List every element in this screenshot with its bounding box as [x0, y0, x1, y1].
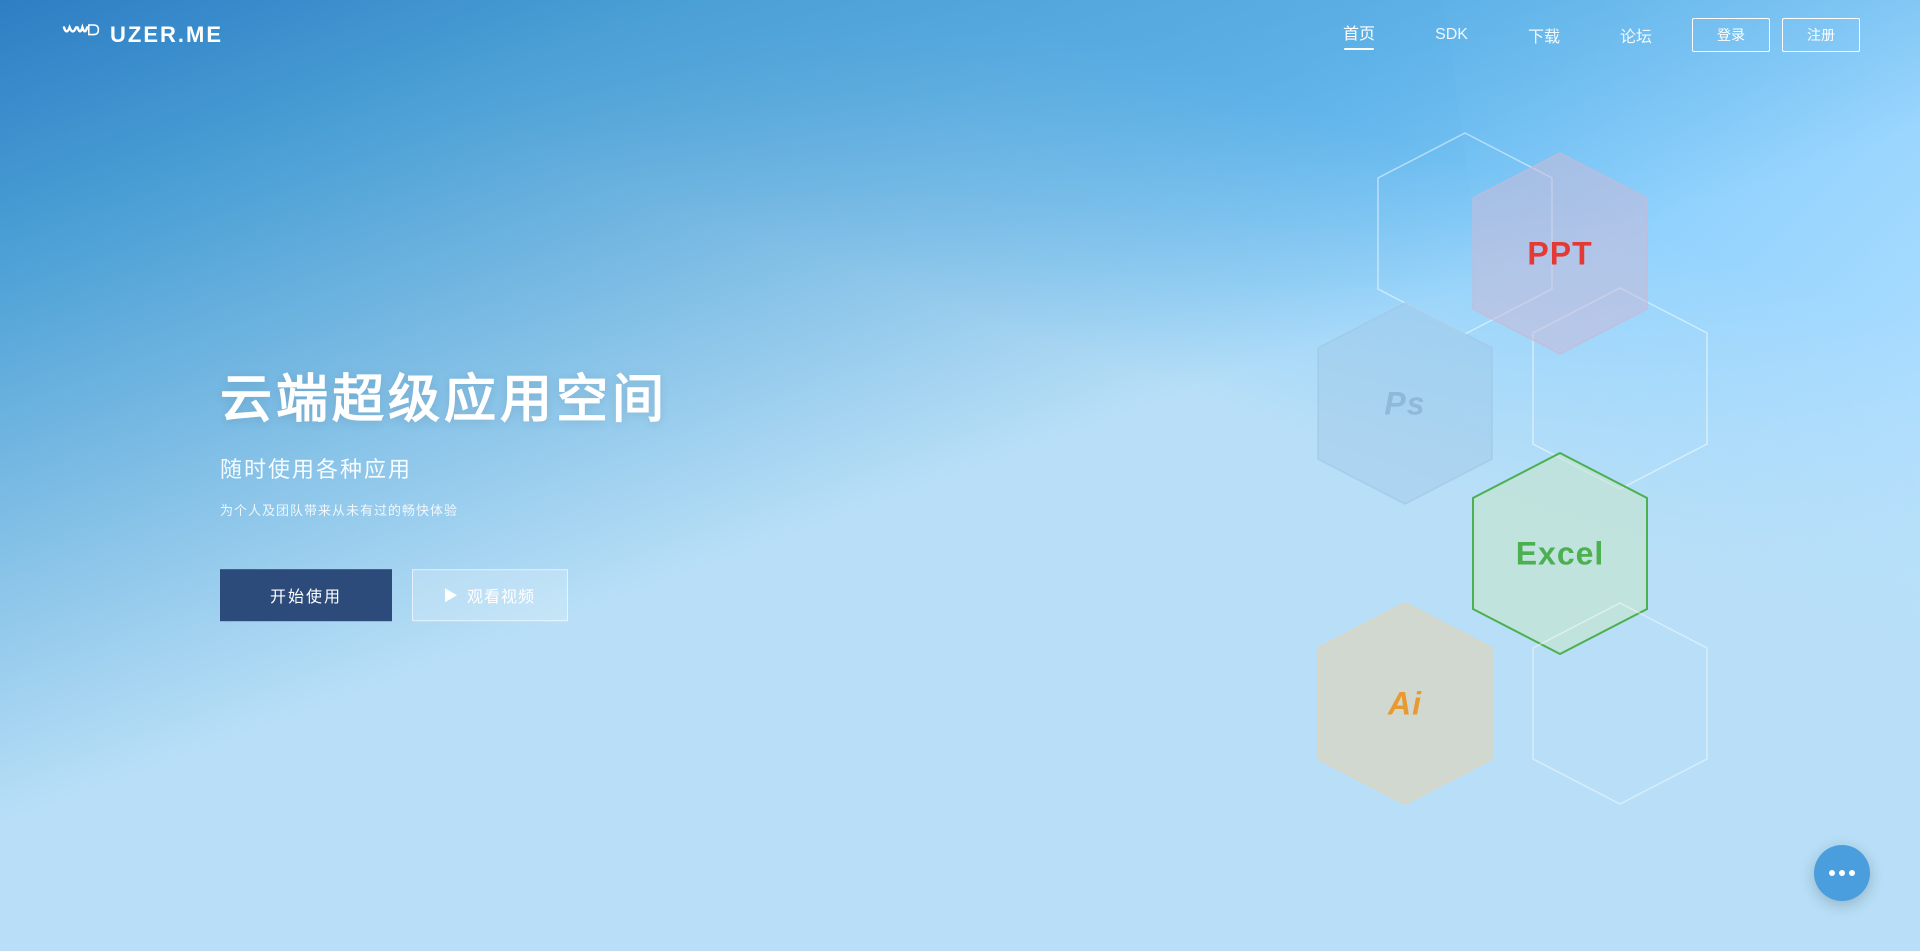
hex-container: PPT Ps Excel Ai [1160, 130, 1780, 750]
logo[interactable]: UZER.ME [60, 21, 223, 49]
login-button[interactable]: 登录 [1692, 18, 1770, 52]
hex-ai[interactable]: Ai [1315, 600, 1495, 807]
video-button[interactable]: 观看视频 [412, 569, 568, 621]
hero-actions: 开始使用 观看视频 [220, 569, 668, 621]
nav-item-forum[interactable]: 论坛 [1620, 23, 1652, 47]
hero-content: 云端超级应用空间 随时使用各种应用 为个人及团队带来从未有过的畅快体验 开始使用… [220, 357, 668, 621]
hex-ps[interactable]: Ps [1315, 300, 1495, 507]
chat-dot-2 [1839, 870, 1845, 876]
nav-item-sdk[interactable]: SDK [1435, 26, 1468, 44]
chat-dots [1829, 870, 1855, 876]
nav-active-indicator [1344, 48, 1374, 50]
hero-subtitle: 随时使用各种应用 [220, 452, 668, 484]
play-icon [445, 588, 457, 602]
video-button-label: 观看视频 [467, 583, 535, 607]
hex-excel-label: Excel [1516, 535, 1605, 572]
hex-ppt-label: PPT [1527, 235, 1592, 272]
register-button[interactable]: 注册 [1782, 18, 1860, 52]
nav-buttons: 登录 注册 [1692, 18, 1860, 52]
hex-ps-label: Ps [1384, 385, 1425, 422]
hex-ppt[interactable]: PPT [1470, 150, 1650, 357]
chat-dot-3 [1849, 870, 1855, 876]
nav-links: 首页 SDK 下载 论坛 [1343, 20, 1652, 50]
chat-dot-1 [1829, 870, 1835, 876]
nav-item-download[interactable]: 下载 [1528, 23, 1560, 47]
start-button[interactable]: 开始使用 [220, 569, 392, 621]
nav-item-home[interactable]: 首页 [1343, 20, 1375, 50]
chat-bubble[interactable] [1814, 845, 1870, 901]
hex-ai-label: Ai [1388, 685, 1422, 722]
hex-outline-bottom [1530, 600, 1710, 807]
hero-section: UZER.ME 首页 SDK 下载 论坛 登录 注册 云端超级应用空间 随时使用… [0, 0, 1920, 951]
logo-icon [60, 21, 100, 49]
logo-text: UZER.ME [110, 22, 223, 48]
navbar: UZER.ME 首页 SDK 下载 论坛 登录 注册 [0, 0, 1920, 70]
hero-title: 云端超级应用空间 [220, 357, 668, 432]
hero-description: 为个人及团队带来从未有过的畅快体验 [220, 500, 668, 519]
